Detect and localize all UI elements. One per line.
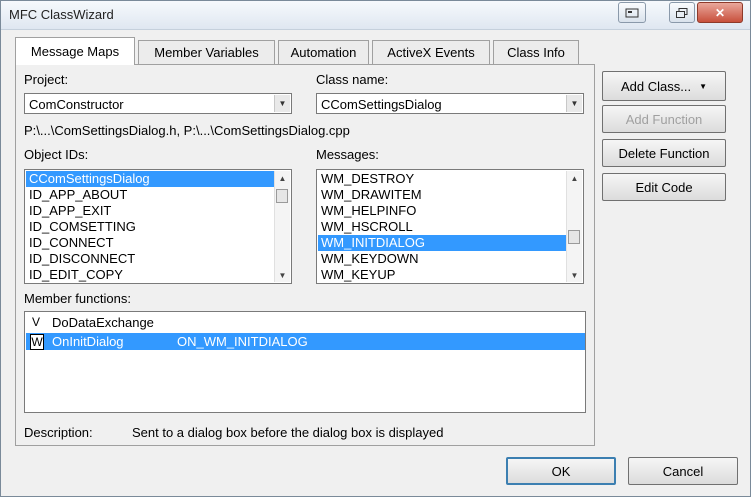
project-label: Project:	[24, 72, 69, 87]
scroll-down-icon[interactable]: ▼	[567, 268, 582, 282]
tab-activex-events[interactable]: ActiveX Events	[372, 40, 490, 64]
help-icon-glyph	[625, 8, 639, 17]
close-icon[interactable]: ✕	[697, 2, 743, 23]
member-function-row[interactable]: V DoDataExchange	[26, 314, 585, 331]
function-type-flag: V	[31, 315, 40, 329]
member-function-row-selected[interactable]: W OnInitDialog ON_WM_INITDIALOG	[26, 333, 585, 350]
message-item[interactable]: WM_HSCROLL	[318, 219, 413, 235]
object-id-item[interactable]: ID_DISCONNECT	[26, 251, 135, 267]
tab-member-variables[interactable]: Member Variables	[138, 40, 275, 64]
object-id-item[interactable]: CComSettingsDialog	[26, 171, 276, 187]
restore-icon[interactable]	[669, 2, 695, 23]
window-title: MFC ClassWizard	[9, 7, 114, 22]
scroll-up-icon[interactable]: ▲	[567, 171, 582, 185]
object-id-item[interactable]: ID_COMSETTING	[26, 219, 136, 235]
object-id-item[interactable]: ID_APP_EXIT	[26, 203, 111, 219]
add-class-label: Add Class...	[620, 78, 692, 94]
scroll-thumb[interactable]	[568, 230, 580, 244]
class-name-label: Class name:	[316, 72, 389, 87]
messages-list[interactable]: WM_DESTROY WM_DRAWITEM WM_HELPINFO WM_HS…	[316, 169, 584, 284]
function-name: DoDataExchange	[52, 315, 154, 330]
scroll-down-icon[interactable]: ▼	[275, 268, 290, 282]
file-paths: P:\...\ComSettingsDialog.h, P:\...\ComSe…	[24, 123, 350, 138]
description-label: Description:	[24, 425, 93, 440]
member-functions-label: Member functions:	[24, 291, 131, 306]
tab-automation[interactable]: Automation	[278, 40, 369, 64]
description-text: Sent to a dialog box before the dialog b…	[132, 425, 444, 440]
chevron-down-icon: ▼	[699, 81, 707, 91]
message-item[interactable]: WM_DESTROY	[318, 171, 414, 187]
class-name-combo[interactable]: CComSettingsDialog ▼	[316, 93, 584, 114]
add-function-button[interactable]: Add Function	[602, 105, 726, 133]
chevron-down-icon[interactable]: ▼	[274, 95, 290, 112]
message-item[interactable]: WM_DRAWITEM	[318, 187, 422, 203]
classwizard-window: MFC ClassWizard ✕ Message Maps Member Va…	[0, 0, 751, 497]
edit-code-button[interactable]: Edit Code	[602, 173, 726, 201]
class-name-value: CComSettingsDialog	[321, 97, 442, 112]
chevron-down-icon[interactable]: ▼	[566, 95, 582, 112]
function-type-flag: W	[30, 334, 44, 350]
help-icon[interactable]	[618, 2, 646, 23]
add-class-button[interactable]: Add Class... ▼	[602, 71, 726, 101]
object-ids-list[interactable]: CComSettingsDialog ID_APP_ABOUT ID_APP_E…	[24, 169, 292, 284]
cancel-button[interactable]: Cancel	[628, 457, 738, 485]
tab-message-maps[interactable]: Message Maps	[15, 37, 135, 65]
ok-button[interactable]: OK	[506, 457, 616, 485]
object-ids-label: Object IDs:	[24, 147, 89, 162]
message-item[interactable]: WM_KEYDOWN	[318, 251, 419, 267]
tab-class-info[interactable]: Class Info	[493, 40, 579, 64]
message-item[interactable]: WM_KEYUP	[318, 267, 395, 283]
messages-scrollbar[interactable]: ▲ ▼	[566, 171, 582, 282]
project-combo[interactable]: ComConstructor ▼	[24, 93, 292, 114]
project-value: ComConstructor	[29, 97, 124, 112]
messages-label: Messages:	[316, 147, 379, 162]
member-functions-list[interactable]: V DoDataExchange W OnInitDialog ON_WM_IN…	[24, 311, 586, 413]
object-id-item[interactable]: ID_CONNECT	[26, 235, 114, 251]
title-bar[interactable]: MFC ClassWizard ✕	[1, 1, 750, 30]
restore-icon-glyph	[676, 7, 688, 18]
message-item[interactable]: WM_HELPINFO	[318, 203, 416, 219]
function-name: OnInitDialog	[52, 334, 124, 349]
object-ids-scrollbar[interactable]: ▲ ▼	[274, 171, 290, 282]
object-id-item[interactable]: ID_EDIT_COPY	[26, 267, 123, 283]
object-id-item[interactable]: ID_APP_ABOUT	[26, 187, 127, 203]
scroll-thumb[interactable]	[276, 189, 288, 203]
function-message: ON_WM_INITDIALOG	[177, 334, 308, 349]
scroll-up-icon[interactable]: ▲	[275, 171, 290, 185]
message-item-selected[interactable]: WM_INITDIALOG	[318, 235, 568, 251]
delete-function-button[interactable]: Delete Function	[602, 139, 726, 167]
